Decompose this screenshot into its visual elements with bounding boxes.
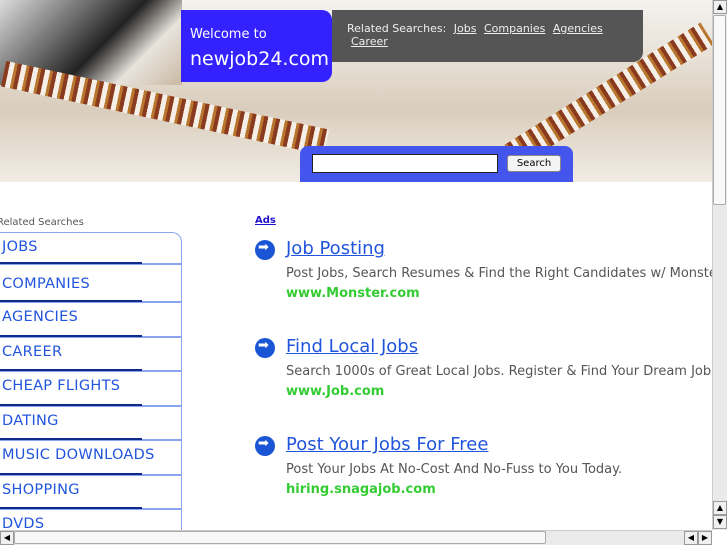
sidebar-item-dating[interactable]: DATING xyxy=(0,405,182,440)
related-link-jobs[interactable]: Jobs xyxy=(454,22,477,35)
scroll-right-icon[interactable]: ▶ xyxy=(698,531,712,545)
arrow-right-icon xyxy=(255,240,275,260)
search-button[interactable]: Search xyxy=(507,155,561,172)
ad-title[interactable]: Job Posting xyxy=(286,238,385,259)
sidebar-item-career[interactable]: CAREER xyxy=(0,336,182,371)
sidebar-label: Related Searches xyxy=(0,217,84,228)
sidebar-item-music-downloads[interactable]: MUSIC DOWNLOADS xyxy=(0,440,182,475)
related-link-career[interactable]: Career xyxy=(351,35,388,48)
ads-label[interactable]: Ads xyxy=(255,215,276,226)
related-link-companies[interactable]: Companies xyxy=(484,22,545,35)
scroll-left-icon[interactable]: ◀ xyxy=(684,531,698,545)
header-banner: Welcome to newjob24.com Related Searches… xyxy=(0,0,712,182)
ad-url[interactable]: www.Job.com xyxy=(286,384,384,399)
ad-description: Post Jobs, Search Resumes & Find the Rig… xyxy=(286,266,715,281)
ad-url[interactable]: hiring.snagajob.com xyxy=(286,482,436,497)
search-input[interactable] xyxy=(312,154,498,173)
arrow-right-icon xyxy=(255,338,275,358)
sidebar-item-agencies[interactable]: AGENCIES xyxy=(0,302,182,337)
related-link-agencies[interactable]: Agencies xyxy=(553,22,603,35)
site-logo[interactable]: Welcome to newjob24.com xyxy=(181,10,332,82)
related-label: Related Searches: xyxy=(347,22,447,35)
scroll-down-icon[interactable]: ▼ xyxy=(713,515,727,529)
ad-description: Search 1000s of Great Local Jobs. Regist… xyxy=(286,364,712,379)
welcome-text: Welcome to xyxy=(190,27,267,42)
sidebar-item-companies[interactable]: COMPANIES xyxy=(0,264,182,302)
ad-url[interactable]: www.Monster.com xyxy=(286,286,420,301)
scroll-up-icon[interactable]: ▲ xyxy=(713,0,727,14)
ad-item: Find Local Jobs Search 1000s of Great Lo… xyxy=(255,336,715,406)
ad-title[interactable]: Post Your Jobs For Free xyxy=(286,434,488,455)
arrow-right-icon xyxy=(255,436,275,456)
sidebar-item-jobs[interactable]: JOBS xyxy=(0,232,182,264)
ad-item: Post Your Jobs For Free Post Your Jobs A… xyxy=(255,434,715,504)
related-searches-top: Related Searches: Jobs Companies Agencie… xyxy=(332,10,643,62)
scroll-left-icon[interactable]: ◀ xyxy=(0,531,14,545)
ad-item: Job Posting Post Jobs, Search Resumes & … xyxy=(255,238,715,308)
ad-title[interactable]: Find Local Jobs xyxy=(286,336,418,357)
vertical-scroll-thumb[interactable] xyxy=(713,15,726,205)
sidebar-item-cheap-flights[interactable]: CHEAP FLIGHTS xyxy=(0,371,182,406)
ad-description: Post Your Jobs At No-Cost And No-Fuss to… xyxy=(286,462,623,477)
horizontal-scroll-thumb[interactable] xyxy=(14,531,546,544)
sidebar: JOBS COMPANIES AGENCIES CAREER CHEAP FLI… xyxy=(0,232,182,544)
site-name: newjob24.com xyxy=(190,48,330,70)
search-bar: Search xyxy=(300,146,573,182)
scroll-up-icon[interactable]: ▲ xyxy=(713,501,727,515)
sidebar-item-shopping[interactable]: SHOPPING xyxy=(0,474,182,509)
